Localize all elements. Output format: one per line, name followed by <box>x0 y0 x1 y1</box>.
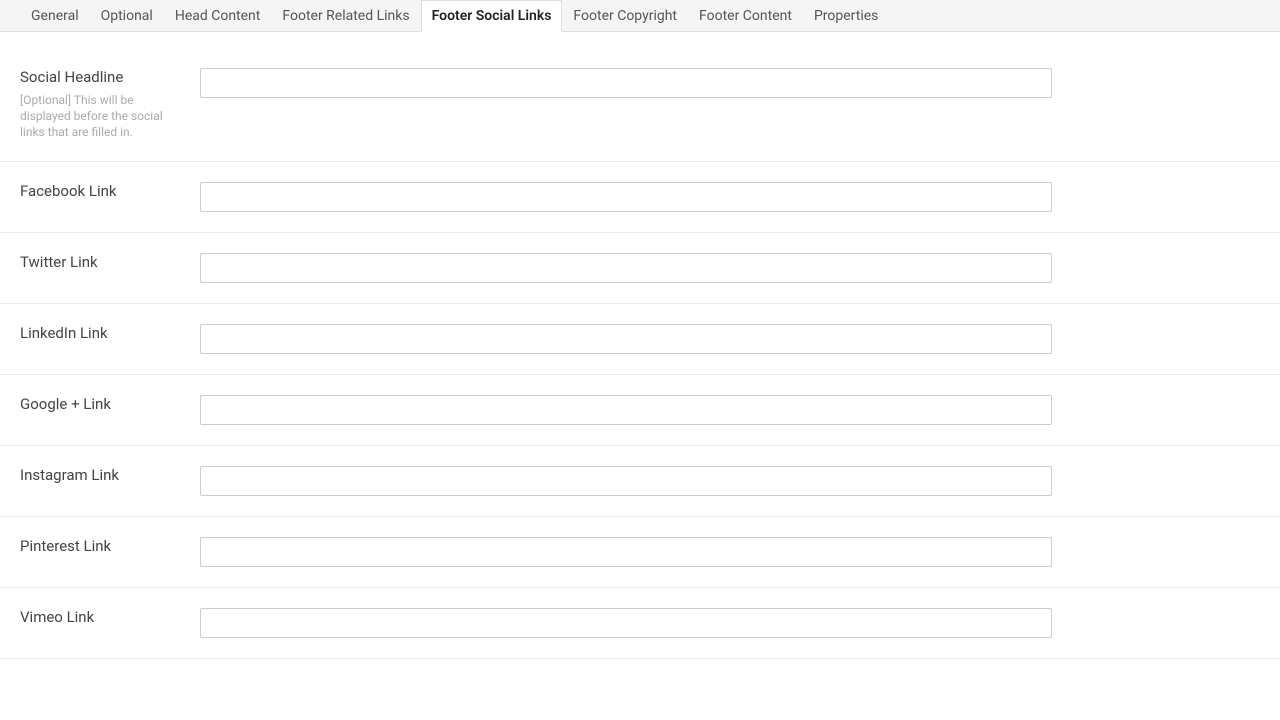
input-vimeo[interactable] <box>200 608 1052 638</box>
label-pinterest: Pinterest Link <box>20 537 184 555</box>
tab-footer-social-links[interactable]: Footer Social Links <box>421 0 563 32</box>
input-instagram[interactable] <box>200 466 1052 496</box>
field-googleplus: Google + Link <box>0 375 1280 446</box>
label-instagram: Instagram Link <box>20 466 184 484</box>
label-facebook: Facebook Link <box>20 182 184 200</box>
tab-bar: General Optional Head Content Footer Rel… <box>0 0 1280 32</box>
field-linkedin: LinkedIn Link <box>0 304 1280 375</box>
form-section: Social Headline [Optional] This will be … <box>0 32 1280 659</box>
field-twitter: Twitter Link <box>0 233 1280 304</box>
tab-footer-copyright[interactable]: Footer Copyright <box>562 0 688 31</box>
tab-head-content[interactable]: Head Content <box>164 0 272 31</box>
input-pinterest[interactable] <box>200 537 1052 567</box>
input-social-headline[interactable] <box>200 68 1052 98</box>
label-linkedin: LinkedIn Link <box>20 324 184 342</box>
tab-optional[interactable]: Optional <box>90 0 164 31</box>
input-facebook[interactable] <box>200 182 1052 212</box>
field-vimeo: Vimeo Link <box>0 588 1280 659</box>
input-googleplus[interactable] <box>200 395 1052 425</box>
label-vimeo: Vimeo Link <box>20 608 184 626</box>
input-twitter[interactable] <box>200 253 1052 283</box>
tab-general[interactable]: General <box>20 0 90 31</box>
tab-footer-content[interactable]: Footer Content <box>688 0 803 31</box>
input-linkedin[interactable] <box>200 324 1052 354</box>
field-social-headline: Social Headline [Optional] This will be … <box>0 52 1280 162</box>
label-googleplus: Google + Link <box>20 395 184 413</box>
label-twitter: Twitter Link <box>20 253 184 271</box>
field-facebook: Facebook Link <box>0 162 1280 233</box>
tab-properties[interactable]: Properties <box>803 0 889 31</box>
tab-footer-related-links[interactable]: Footer Related Links <box>271 0 420 31</box>
field-pinterest: Pinterest Link <box>0 517 1280 588</box>
help-social-headline: [Optional] This will be displayed before… <box>20 92 184 141</box>
label-social-headline: Social Headline <box>20 68 184 86</box>
field-instagram: Instagram Link <box>0 446 1280 517</box>
